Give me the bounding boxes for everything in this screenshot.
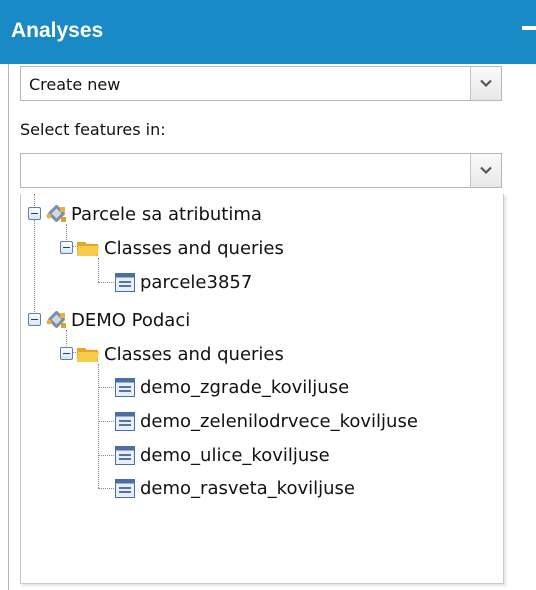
chevron-down-icon xyxy=(480,166,492,175)
tree-line xyxy=(98,364,99,488)
tree-node-layer[interactable]: demo_zelenilodrvece_koviljuse xyxy=(115,409,503,435)
tree-node-label: DEMO Podaci xyxy=(71,310,191,331)
analysis-select-arrow[interactable] xyxy=(470,67,501,100)
chevron-down-icon xyxy=(480,79,492,88)
tree-node-label: parcele3857 xyxy=(140,272,253,293)
layer-icon xyxy=(115,479,135,498)
tree-node-label: Classes and queries xyxy=(104,344,284,365)
tree-node-label: Classes and queries xyxy=(104,238,284,259)
service-icon xyxy=(46,205,66,222)
features-select[interactable] xyxy=(20,153,502,188)
tree-line xyxy=(98,488,114,489)
tree-node-folder[interactable]: Classes and queries xyxy=(53,342,373,368)
tree-node-label: demo_zgrade_koviljuse xyxy=(140,377,350,398)
minus-box-icon[interactable] xyxy=(60,241,73,254)
tree-node-layer[interactable]: parcele3857 xyxy=(115,270,335,296)
tree-line xyxy=(98,455,114,456)
tree-node-layer[interactable]: demo_ulice_koviljuse xyxy=(115,443,415,469)
minus-box-icon[interactable] xyxy=(28,207,41,220)
tree-node-layer[interactable]: demo_zgrade_koviljuse xyxy=(115,375,415,401)
panel-header: Analyses xyxy=(0,0,536,64)
features-label: Select features in: xyxy=(20,120,166,139)
tree-node-folder[interactable]: Classes and queries xyxy=(53,236,373,262)
tree-node-service[interactable]: DEMO Podaci xyxy=(21,308,281,334)
tree-line xyxy=(34,220,35,320)
features-select-arrow[interactable] xyxy=(470,154,501,187)
service-icon xyxy=(46,311,66,328)
analysis-select[interactable]: Create new xyxy=(20,66,502,101)
tree-line xyxy=(98,282,114,283)
tree-node-label: demo_rasveta_koviljuse xyxy=(140,478,355,499)
tree-node-label: Parcele sa atributima xyxy=(71,204,262,225)
panel-left-border xyxy=(8,64,9,590)
feature-tree: Parcele sa atributima Classes and querie… xyxy=(20,194,504,584)
panel-title: Analyses xyxy=(11,19,104,42)
analysis-select-value: Create new xyxy=(29,75,121,94)
tree-node-layer[interactable]: demo_rasveta_koviljuse xyxy=(115,476,435,502)
minus-box-icon[interactable] xyxy=(60,347,73,360)
layer-icon xyxy=(115,446,135,465)
folder-icon xyxy=(77,348,99,362)
tree-node-label: demo_zelenilodrvece_koviljuse xyxy=(140,411,418,432)
layer-icon xyxy=(115,412,135,431)
minus-icon[interactable] xyxy=(522,26,536,30)
layer-icon xyxy=(115,378,135,397)
minus-box-icon[interactable] xyxy=(28,313,41,326)
tree-line xyxy=(98,421,114,422)
layer-icon xyxy=(115,273,135,292)
tree-line xyxy=(98,387,114,388)
folder-icon xyxy=(77,242,99,256)
tree-node-label: demo_ulice_koviljuse xyxy=(140,445,330,466)
tree-node-service[interactable]: Parcele sa atributima xyxy=(21,202,351,228)
